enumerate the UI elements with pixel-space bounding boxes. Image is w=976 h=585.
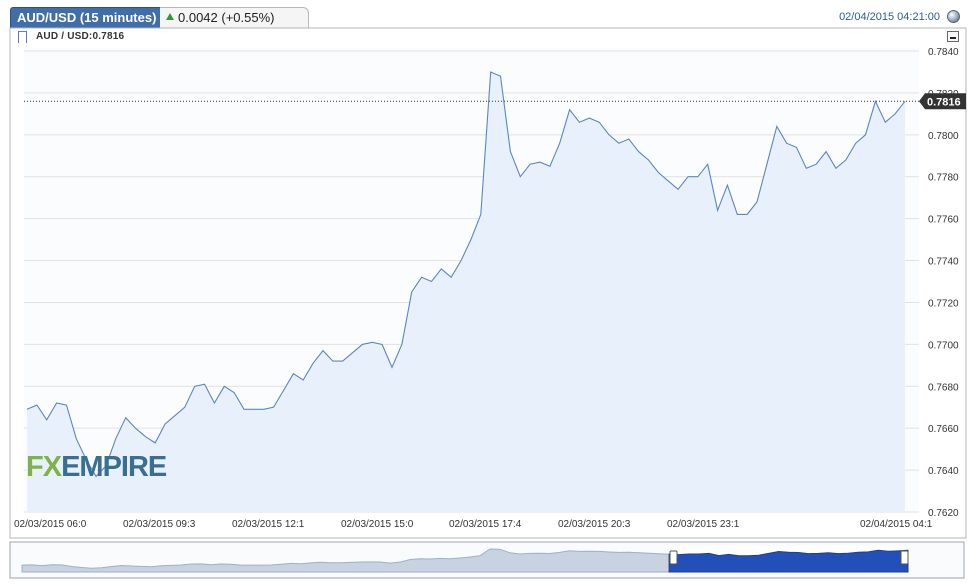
y-tick-label: 0.7640 bbox=[928, 466, 959, 477]
y-tick-label: 0.7800 bbox=[928, 131, 959, 142]
minimize-icon[interactable] bbox=[947, 31, 959, 42]
left-handle-icon[interactable] bbox=[669, 550, 678, 565]
y-tick-label: 0.7740 bbox=[928, 257, 959, 268]
series-legend-label: AUD / USD:0.7816 bbox=[36, 31, 125, 42]
x-tick-label: 02/03/2015 23:1 bbox=[667, 519, 740, 530]
y-tick-label: 0.7760 bbox=[928, 215, 959, 226]
price-chart: 0.7620 0.7640 0.7660 0.7680 0.7700 0.7720 0.77… bbox=[9, 27, 967, 579]
fxempire-logo: FXEMPIRE bbox=[26, 451, 167, 483]
navigator[interactable] bbox=[9, 541, 965, 579]
x-tick-label: 02/03/2015 20:3 bbox=[558, 519, 631, 530]
y-tick-label: 0.7840 bbox=[928, 47, 959, 58]
y-tick-label: 0.7620 bbox=[928, 508, 959, 519]
logo-part-fx: FX bbox=[26, 451, 62, 483]
x-tick-label: 02/03/2015 09:3 bbox=[123, 519, 196, 530]
y-tick-label: 0.7720 bbox=[928, 298, 959, 309]
x-tick-label: 02/03/2015 15:0 bbox=[341, 519, 414, 530]
last-price-marker: 0.7816 bbox=[919, 93, 966, 110]
x-tick-label: 02/04/2015 04:1 bbox=[860, 519, 933, 530]
y-tick-label: 0.7780 bbox=[928, 173, 959, 184]
navigator-selected-area bbox=[668, 549, 909, 573]
x-tick-label: 02/03/2015 17:4 bbox=[449, 519, 522, 530]
y-tick-label: 0.7660 bbox=[928, 424, 959, 435]
x-tick-label: 02/03/2015 06:0 bbox=[14, 519, 87, 530]
x-tick-label: 02/03/2015 12:1 bbox=[232, 519, 305, 530]
logo-part-empire: EMPIRE bbox=[61, 451, 167, 483]
series-marker-icon[interactable] bbox=[18, 31, 27, 43]
y-tick-label: 0.7680 bbox=[928, 382, 959, 393]
y-tick-label: 0.7700 bbox=[928, 340, 959, 351]
right-handle-icon[interactable] bbox=[900, 550, 909, 565]
last-price-label: 0.7816 bbox=[927, 96, 961, 108]
